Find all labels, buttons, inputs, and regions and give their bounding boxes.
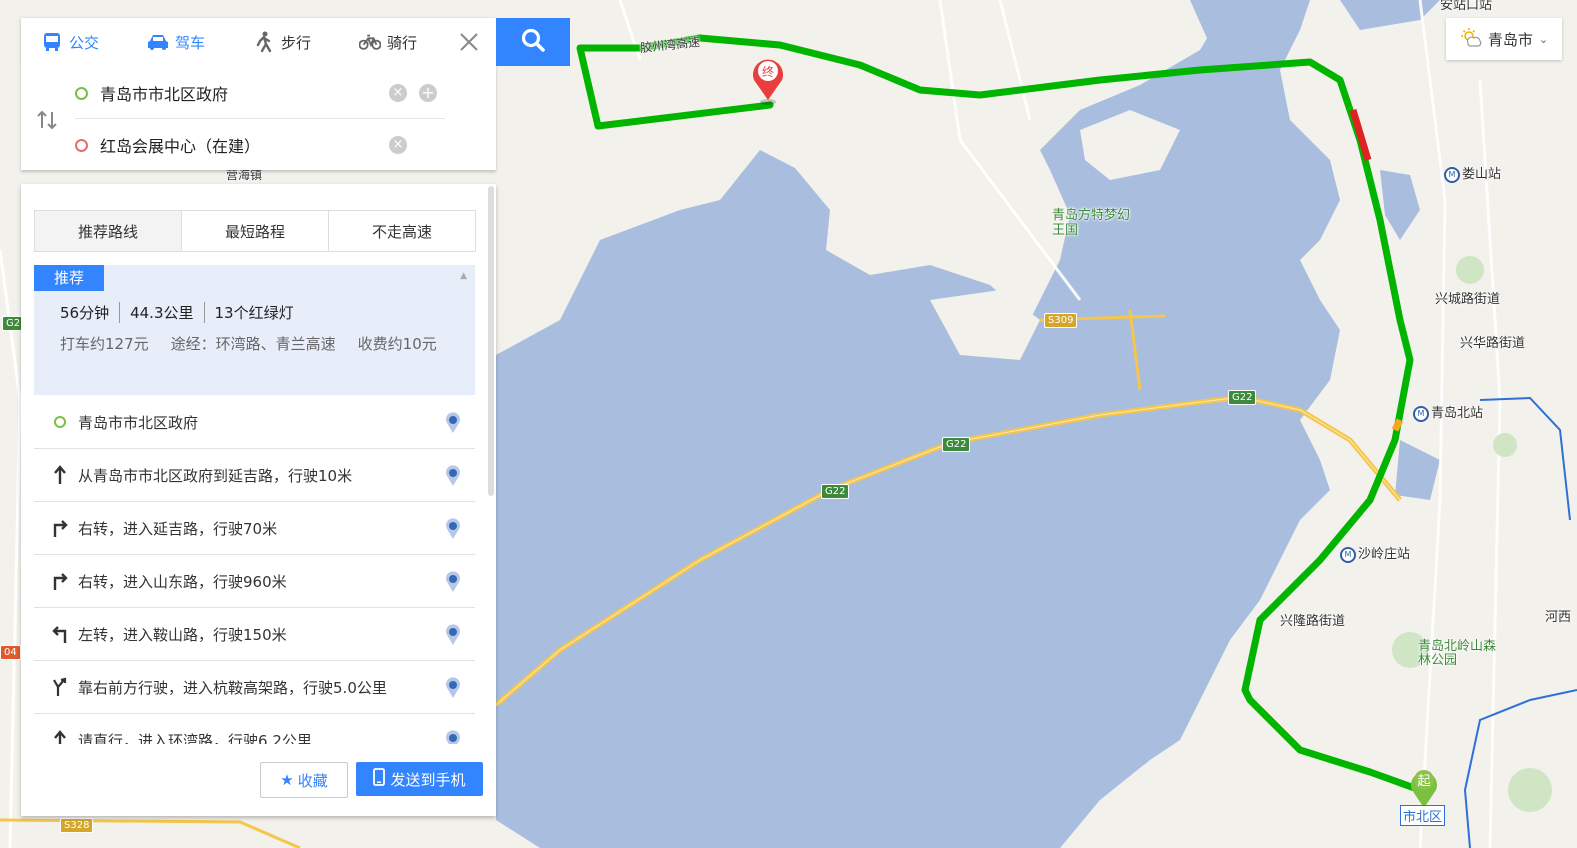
start-dot-icon	[50, 416, 70, 428]
forest-label: 青岛北岭山森林公园	[1418, 639, 1497, 668]
route-step[interactable]: 右转，进入延吉路，行驶70米	[34, 502, 475, 555]
car-icon	[147, 31, 169, 53]
tab-walk[interactable]: 步行	[253, 18, 311, 66]
g22-shield: G22	[942, 437, 971, 452]
route-step[interactable]: 靠右前方行驶，进入杭鞍高架路，行驶5.0公里	[34, 661, 475, 714]
route-time: 56分钟	[60, 302, 121, 323]
send-label: 发送到手机	[390, 770, 466, 789]
keep-right-icon	[50, 677, 70, 697]
route-distance: 44.3公里	[120, 302, 205, 323]
svg-text:终: 终	[762, 64, 774, 79]
end-value: 红岛会展中心（在建）	[100, 137, 261, 156]
svg-text:起: 起	[1417, 774, 1430, 789]
bus-icon	[41, 31, 63, 53]
turn-right-icon	[50, 518, 70, 538]
search-icon	[520, 27, 546, 57]
tab-drive-label: 驾车	[175, 33, 206, 52]
metro-icon: M	[1444, 166, 1460, 183]
add-waypoint-button[interactable]: +	[419, 84, 437, 102]
walk-icon	[253, 31, 275, 53]
phone-icon	[373, 768, 386, 790]
chevron-down-icon: ⌄	[1538, 32, 1549, 46]
route-step[interactable]: 从青岛市市北区政府到延吉路，行驶10米	[34, 449, 475, 502]
xinglong-label: 兴隆路街道	[1280, 614, 1346, 629]
end-dot-icon	[75, 138, 88, 152]
route-step[interactable]: 左转，进入鞍山路，行驶150米	[34, 608, 475, 661]
route-via: 途经：环湾路、青兰高速	[170, 335, 336, 353]
xinghua-label: 兴华路街道	[1460, 336, 1526, 351]
collapse-icon[interactable]: ▲	[460, 271, 467, 281]
travel-mode-tabs: 公交 驾车 步行 骑行	[21, 18, 496, 66]
send-to-phone-button[interactable]: 发送到手机	[356, 762, 483, 796]
clear-start-button[interactable]: ×	[389, 84, 407, 102]
tab-bike[interactable]: 骑行	[359, 18, 417, 66]
locate-pin-icon[interactable]	[445, 518, 461, 544]
s328-shield: S328	[60, 818, 94, 833]
step-text: 从青岛市市北区政府到延吉路，行驶10米	[78, 466, 353, 485]
toll-fee: 收费约10元	[357, 335, 437, 353]
tab-recommended[interactable]: 推荐路线	[35, 211, 182, 251]
route-summary[interactable]: 推荐 ▲ 56分钟 44.3公里 13个红绿灯 打车约127元 途经：环湾路、青兰…	[34, 265, 475, 395]
step-text: 右转，进入延吉路，行驶70米	[78, 519, 278, 538]
shaling-station: M 沙岭庄站	[1340, 543, 1410, 563]
park-label: 青岛方特梦幻王国	[1052, 208, 1131, 238]
favorite-button[interactable]: ★ 收藏	[260, 762, 348, 798]
anshan-label: 安站口站	[1440, 0, 1493, 13]
route-result-panel: 推荐路线 最短路程 不走高速 推荐 ▲ 56分钟 44.3公里 13个红绿灯 打…	[21, 184, 496, 816]
tab-drive[interactable]: 驾车	[147, 18, 205, 66]
qingdaobei-station: M 青岛北站	[1413, 402, 1483, 422]
shibei-label: 市北区	[1400, 805, 1446, 826]
locate-pin-icon[interactable]	[445, 412, 461, 438]
tab-bus-label: 公交	[69, 33, 100, 52]
route-step[interactable]: 青岛市市北区政府	[34, 396, 475, 449]
tab-bus[interactable]: 公交	[41, 18, 99, 66]
clear-end-button[interactable]: ×	[389, 136, 407, 154]
step-text: 靠右前方行驶，进入杭鞍高架路，行驶5.0公里	[78, 678, 387, 697]
step-text: 右转，进入山东路，行驶960米	[78, 572, 287, 591]
route-step[interactable]: 右转，进入山东路，行驶960米	[34, 555, 475, 608]
xingcheng-label: 兴城路街道	[1435, 292, 1501, 307]
hexi-label: 河西	[1545, 610, 1572, 625]
close-icon[interactable]	[457, 30, 481, 54]
city-name: 青岛市	[1487, 30, 1533, 49]
swap-icon[interactable]	[35, 108, 59, 132]
star-icon: ★	[280, 771, 294, 789]
step-text: 青岛市市北区政府	[78, 413, 199, 432]
tab-shortest[interactable]: 最短路程	[182, 211, 329, 251]
recommended-badge: 推荐	[34, 265, 104, 291]
weather-sun-icon	[1460, 27, 1482, 51]
turn-left-icon	[50, 624, 70, 644]
loushan-station: M 娄山站	[1444, 163, 1501, 183]
panel-footer: ★ 收藏 发送到手机	[21, 744, 496, 816]
city-selector[interactable]: 青岛市 ⌄	[1446, 18, 1562, 60]
locate-pin-icon[interactable]	[445, 624, 461, 650]
metro-icon: M	[1413, 405, 1429, 422]
route-options: 推荐路线 最短路程 不走高速	[34, 210, 476, 252]
route-lights: 13个红绿灯	[214, 304, 294, 322]
straight-arrow-icon	[50, 465, 70, 485]
locate-pin-icon[interactable]	[445, 465, 461, 491]
route-input-box: 青岛市市北区政府 红岛会展中心（在建） × + ×	[21, 66, 496, 170]
search-button[interactable]	[496, 18, 570, 66]
turn-right-icon	[50, 571, 70, 591]
start-dot-icon	[75, 86, 88, 100]
locate-pin-icon[interactable]	[445, 571, 461, 597]
start-value: 青岛市市北区政府	[100, 85, 229, 104]
scrollbar[interactable]	[488, 186, 494, 496]
metro-icon: M	[1340, 546, 1356, 563]
step-text: 左转，进入鞍山路，行驶150米	[78, 625, 287, 644]
s309-shield: S309	[1044, 313, 1078, 328]
favorite-label: 收藏	[297, 771, 328, 790]
tab-walk-label: 步行	[281, 33, 312, 52]
tab-no-highway[interactable]: 不走高速	[329, 211, 475, 251]
g22-shield: G22	[1228, 390, 1257, 405]
road-04-shield: 04	[0, 645, 21, 660]
g22-shield: G22	[821, 484, 850, 499]
taxi-fare: 打车约127元	[60, 335, 149, 353]
tab-bike-label: 骑行	[387, 33, 418, 52]
bike-icon	[359, 31, 381, 53]
locate-pin-icon[interactable]	[445, 677, 461, 703]
